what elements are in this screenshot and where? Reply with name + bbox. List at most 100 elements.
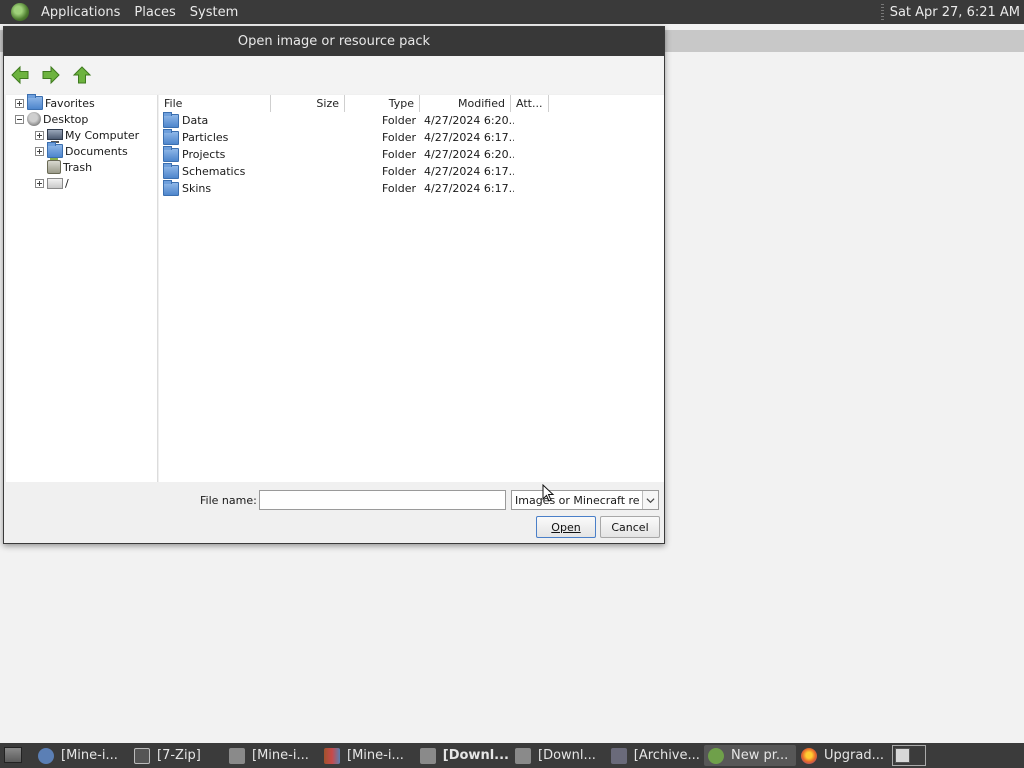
file-type: Folder (382, 148, 416, 161)
computer-icon (47, 128, 63, 143)
taskbar-item-active[interactable]: New pr... (704, 745, 796, 766)
file-name-cell: Schematics (163, 163, 271, 180)
folder-icon (47, 142, 63, 158)
folder-icon (163, 112, 179, 128)
file-modified: 4/27/2024 6:20... (424, 148, 514, 161)
column-header-attributes[interactable]: Att... (511, 95, 549, 112)
back-arrow-icon (11, 65, 29, 85)
tree-item-label: Favorites (45, 96, 95, 110)
taskbar-item-label: [Mine-i... (252, 748, 309, 763)
folder-icon (163, 146, 179, 162)
file-type: Folder (382, 182, 416, 195)
file-row[interactable]: Data Folder 4/27/2024 6:20... (159, 112, 519, 129)
desktop-icon (27, 112, 41, 126)
file-row[interactable]: Skins Folder 4/27/2024 6:17... (159, 180, 519, 197)
taskbar-item-label: [Downl... (538, 748, 596, 763)
expand-toggle-icon[interactable] (35, 130, 44, 140)
taskbar-item-label: [Downl... (442, 748, 508, 763)
folder-icon (27, 94, 43, 110)
cancel-button[interactable]: Cancel (600, 516, 660, 538)
tree-item-label: Documents (65, 144, 128, 158)
taskbar-item-label: [Archive... (633, 748, 699, 763)
file-name: Data (182, 114, 209, 127)
file-type: Folder (382, 131, 416, 144)
clock-area: Sat Apr 27, 6:21 AM (880, 4, 1020, 20)
file-name-input[interactable] (259, 490, 506, 510)
firefox-icon (801, 747, 817, 764)
file-row[interactable]: Projects Folder 4/27/2024 6:20... (159, 146, 519, 163)
file-name: Schematics (182, 165, 246, 178)
expand-toggle-icon[interactable] (35, 178, 44, 188)
file-row[interactable]: Particles Folder 4/27/2024 6:17... (159, 129, 519, 146)
tree-item-label: My Computer (65, 128, 140, 142)
column-header-size[interactable]: Size (271, 95, 345, 112)
7zip-icon (134, 747, 150, 764)
filter-selected-value: Images or Minecraft resource packs (515, 493, 640, 507)
file-type-filter[interactable]: Images or Minecraft resource packs (511, 490, 659, 510)
column-header-type[interactable]: Type (345, 95, 420, 112)
back-button[interactable] (9, 64, 31, 86)
distro-logo-icon[interactable] (11, 3, 29, 21)
tree-item-favorites[interactable]: Favorites (15, 94, 95, 111)
folder-icon (163, 180, 179, 196)
workspace-1[interactable] (895, 748, 910, 763)
forward-arrow-icon (42, 65, 60, 85)
file-name-cell: Projects (163, 146, 271, 163)
open-file-dialog: Open image or resource pack Favorites De… (3, 26, 665, 544)
taskbar-item-label: [Mine-i... (347, 748, 404, 763)
expand-toggle-icon[interactable] (35, 146, 44, 156)
taskbar-item-label: Upgrad... (824, 748, 884, 763)
taskbar-item[interactable]: [Mine-i... (38, 745, 126, 766)
clock[interactable]: Sat Apr 27, 6:21 AM (890, 5, 1020, 20)
folder-icon (229, 747, 245, 764)
panel-grip (880, 4, 884, 20)
tree-item-desktop[interactable]: Desktop (15, 111, 88, 127)
system-menu[interactable]: System (183, 5, 245, 20)
taskbar-item[interactable]: [Archive... (611, 745, 699, 766)
folder-icon (163, 163, 179, 179)
chevron-down-icon[interactable] (642, 491, 658, 509)
file-name-cell: Skins (163, 180, 271, 197)
taskbar-item-label: [7-Zip] (157, 748, 201, 763)
file-name: Particles (182, 131, 229, 144)
column-header-modified[interactable]: Modified (420, 95, 511, 112)
taskbar-item[interactable]: [Downl... (515, 745, 603, 766)
dialog-titlebar[interactable]: Open image or resource pack (4, 27, 664, 56)
up-arrow-icon (72, 66, 92, 84)
tree-item-my-computer[interactable]: My Computer (35, 127, 139, 143)
file-name-cell: Particles (163, 129, 271, 146)
taskbar-item[interactable]: [Mine-i... (324, 745, 412, 766)
dialog-toolbar (4, 56, 664, 94)
drive-icon (47, 177, 63, 189)
forward-button[interactable] (40, 64, 62, 86)
tree-item-root[interactable]: / (35, 175, 69, 191)
archive-icon (324, 747, 340, 764)
file-row[interactable]: Schematics Folder 4/27/2024 6:17... (159, 163, 519, 180)
taskbar-item-label: [Mine-i... (61, 748, 118, 763)
tree-item-trash[interactable]: Trash (35, 158, 93, 175)
applications-menu[interactable]: Applications (34, 5, 127, 20)
open-button[interactable]: Open (536, 516, 596, 538)
folder-tree: Favorites Desktop My Computer Documents … (6, 94, 158, 482)
file-modified: 4/27/2024 6:17... (424, 131, 514, 144)
taskbar-item[interactable]: [7-Zip] (134, 745, 222, 766)
up-button[interactable] (71, 64, 93, 86)
taskbar-item-label: New pr... (731, 748, 789, 763)
collapse-toggle-icon[interactable] (15, 114, 24, 124)
show-desktop-icon[interactable] (4, 747, 22, 763)
places-menu[interactable]: Places (127, 5, 182, 20)
folder-icon (515, 747, 531, 764)
tree-item-documents[interactable]: Documents (35, 142, 128, 159)
mineimator-icon (708, 747, 724, 764)
taskbar-item[interactable]: [Mine-i... (229, 745, 317, 766)
workspace-switcher[interactable] (892, 745, 926, 766)
tree-item-label: Desktop (43, 112, 89, 126)
file-modified: 4/27/2024 6:17... (424, 165, 514, 178)
taskbar-item[interactable]: [Downl... (420, 745, 508, 766)
expand-toggle-icon[interactable] (15, 98, 24, 108)
folder-icon (420, 747, 436, 764)
taskbar-item[interactable]: Upgrad... (801, 745, 889, 766)
column-header-file[interactable]: File (159, 95, 271, 112)
file-name-label: File name: (200, 494, 257, 507)
tree-item-label: Trash (63, 160, 93, 174)
